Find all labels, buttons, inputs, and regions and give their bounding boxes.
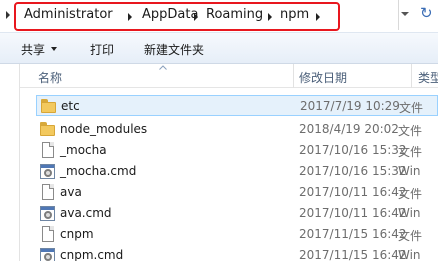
- breadcrumb-separator-icon[interactable]: [316, 13, 320, 21]
- column-divider[interactable]: [293, 64, 294, 88]
- file-name: _mocha: [60, 143, 107, 157]
- breadcrumb[interactable]: Administrator AppData Roaming npm: [14, 2, 340, 31]
- breadcrumb-item-administrator[interactable]: Administrator: [24, 7, 113, 22]
- sort-ascending-icon: [159, 65, 167, 70]
- print-button[interactable]: 打印: [90, 41, 114, 58]
- breadcrumb-separator-icon[interactable]: [128, 13, 132, 21]
- list-item-cnpm[interactable]: cnpm 2017/11/15 16:42 文件: [36, 224, 438, 245]
- file-modified: 2017/10/11 16:42: [299, 185, 407, 199]
- file-type: 文件: [398, 145, 423, 159]
- list-item-node-modules[interactable]: node_modules 2018/4/19 20:02 文件: [36, 119, 438, 140]
- list-item-mocha[interactable]: _mocha 2017/10/16 15:32 文件: [36, 140, 438, 161]
- share-button[interactable]: 共享: [21, 41, 45, 58]
- list-item-ava[interactable]: ava 2017/10/11 16:42 文件: [36, 182, 438, 203]
- list-item-etc[interactable]: etc 2017/7/19 10:29 文件: [36, 95, 438, 116]
- file-type: 文件: [398, 229, 423, 243]
- file-icon: [40, 142, 56, 159]
- share-dropdown-icon[interactable]: [51, 47, 57, 51]
- file-name: node_modules: [60, 122, 148, 136]
- refresh-icon[interactable]: ↻: [420, 4, 433, 22]
- navigation-pane[interactable]: [0, 64, 20, 261]
- list-item-ava-cmd[interactable]: ava.cmd 2017/10/11 16:42 Win: [36, 203, 438, 224]
- file-type: Win: [398, 164, 421, 178]
- breadcrumb-separator-icon[interactable]: [194, 13, 198, 21]
- file-type: Win: [398, 206, 421, 220]
- file-name: cnpm: [60, 227, 94, 241]
- address-bar[interactable]: Administrator AppData Roaming npm ↻: [0, 0, 438, 31]
- list-item-mocha-cmd[interactable]: _mocha.cmd 2017/10/16 15:32 Win: [36, 161, 438, 182]
- file-modified: 2017/10/16 15:32: [299, 164, 407, 178]
- file-modified: 2017/7/19 10:29: [300, 99, 400, 113]
- batch-file-icon: [40, 205, 56, 222]
- folder-icon: [41, 98, 57, 115]
- breadcrumb-item-npm[interactable]: npm: [280, 7, 309, 22]
- list-item-cnpm-cmd[interactable]: cnpm.cmd 2017/11/15 16:42 Win: [36, 245, 438, 261]
- file-icon: [40, 184, 56, 201]
- file-list: etc 2017/7/19 10:29 文件 node_modules 2018…: [20, 88, 438, 261]
- file-modified: 2017/11/15 16:42: [299, 227, 407, 241]
- breadcrumb-item-roaming[interactable]: Roaming: [206, 7, 263, 22]
- file-name: cnpm.cmd: [60, 248, 124, 261]
- new-folder-button[interactable]: 新建文件夹: [144, 41, 204, 58]
- column-header: 名称 修改日期 类型: [20, 64, 438, 88]
- file-type: 文件: [399, 101, 424, 115]
- explorer-window: Administrator AppData Roaming npm ↻ 共享 打…: [0, 0, 438, 261]
- history-dropdown-icon[interactable]: [401, 12, 409, 16]
- file-modified: 2017/10/11 16:42: [299, 206, 407, 220]
- file-type: 文件: [398, 124, 423, 138]
- file-name: ava: [60, 185, 82, 199]
- file-type: Win: [398, 248, 421, 261]
- file-modified: 2017/11/15 16:42: [299, 248, 407, 261]
- batch-file-icon: [40, 247, 56, 261]
- column-name[interactable]: 名称: [38, 69, 62, 86]
- file-modified: 2018/4/19 20:02: [299, 122, 399, 136]
- breadcrumb-item-appdata[interactable]: AppData: [142, 7, 198, 22]
- file-name: etc: [61, 99, 80, 113]
- file-name: ava.cmd: [60, 206, 112, 220]
- command-bar: 共享 打印 新建文件夹: [0, 32, 438, 64]
- file-modified: 2017/10/16 15:32: [299, 143, 407, 157]
- file-type: 文件: [398, 187, 423, 201]
- folder-icon: [40, 121, 56, 138]
- column-divider[interactable]: [411, 64, 412, 88]
- file-name: _mocha.cmd: [60, 164, 137, 178]
- column-modified[interactable]: 修改日期: [299, 69, 347, 86]
- chevron-right-icon[interactable]: [6, 11, 10, 19]
- file-icon: [40, 226, 56, 243]
- batch-file-icon: [40, 163, 56, 180]
- breadcrumb-separator-icon[interactable]: [268, 13, 272, 21]
- column-type[interactable]: 类型: [418, 69, 438, 86]
